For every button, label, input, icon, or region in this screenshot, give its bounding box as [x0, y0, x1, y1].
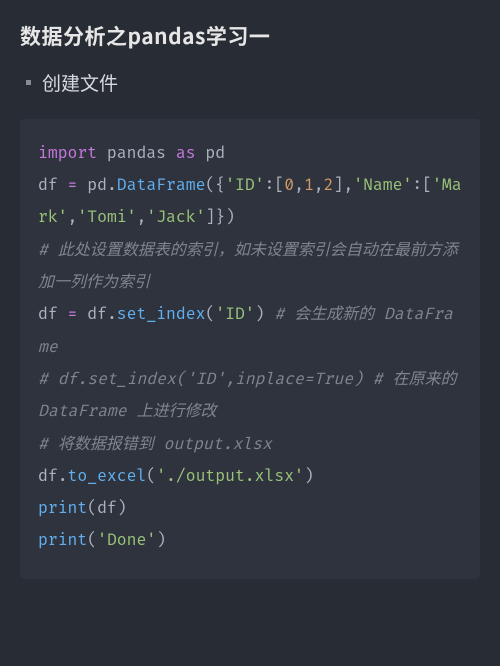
- code-token: pd: [196, 143, 226, 163]
- code-token: 'Tomi': [77, 207, 136, 227]
- code-token: as: [176, 143, 196, 163]
- code-token: ,: [136, 207, 146, 227]
- code-token: 'ID': [215, 304, 254, 324]
- code-token: :[: [412, 175, 432, 195]
- code-token: :[: [265, 175, 285, 195]
- code-token: df: [38, 175, 68, 195]
- code-token: # df.set_index('ID',inplace=True) # 在原来的…: [38, 369, 466, 421]
- code-token: print: [38, 530, 87, 550]
- bullet-list: 创建文件: [20, 68, 480, 98]
- code-token: 2: [324, 175, 334, 195]
- code-token: # 此处设置数据表的索引，如未设置索引会自动在最前方添加一列作为索引: [38, 240, 458, 292]
- code-token: (df): [87, 498, 126, 518]
- code-token: (: [205, 304, 215, 324]
- bullet-item: 创建文件: [42, 68, 480, 98]
- code-token: ({: [205, 175, 225, 195]
- code-token: =: [68, 175, 78, 195]
- page-title: 数据分析之pandas学习一: [20, 22, 480, 50]
- code-token: ]}): [205, 207, 235, 227]
- code-token: 'Name': [353, 175, 412, 195]
- code-token: ): [304, 466, 314, 486]
- code-token: df.: [38, 466, 68, 486]
- code-token: ],: [334, 175, 354, 195]
- code-token: ): [255, 304, 275, 324]
- code-token: pd.: [77, 175, 116, 195]
- code-token: DataFrame: [117, 175, 206, 195]
- code-token: # 将数据报错到 output.xlsx: [38, 434, 272, 454]
- code-token: 'ID': [225, 175, 264, 195]
- code-token: pandas: [97, 143, 176, 163]
- code-token: ): [156, 530, 166, 550]
- code-token: print: [38, 498, 87, 518]
- code-token: df: [38, 304, 68, 324]
- code-token: ,: [294, 175, 304, 195]
- code-token: (: [87, 530, 97, 550]
- code-token: =: [68, 304, 78, 324]
- code-token: 'Done': [97, 530, 156, 550]
- code-token: 'Jack': [146, 207, 205, 227]
- code-token: ,: [68, 207, 78, 227]
- code-token: ,: [314, 175, 324, 195]
- code-token: 0: [284, 175, 294, 195]
- code-token: to_excel: [68, 466, 147, 486]
- code-token: (: [146, 466, 156, 486]
- code-token: set_index: [117, 304, 206, 324]
- code-token: import: [38, 143, 97, 163]
- code-token: './output.xlsx': [156, 466, 304, 486]
- code-token: df.: [77, 304, 116, 324]
- code-block: import pandas as pd df = pd.DataFrame({'…: [20, 119, 480, 579]
- page: 数据分析之pandas学习一 创建文件 import pandas as pd …: [0, 0, 500, 599]
- code-token: 1: [304, 175, 314, 195]
